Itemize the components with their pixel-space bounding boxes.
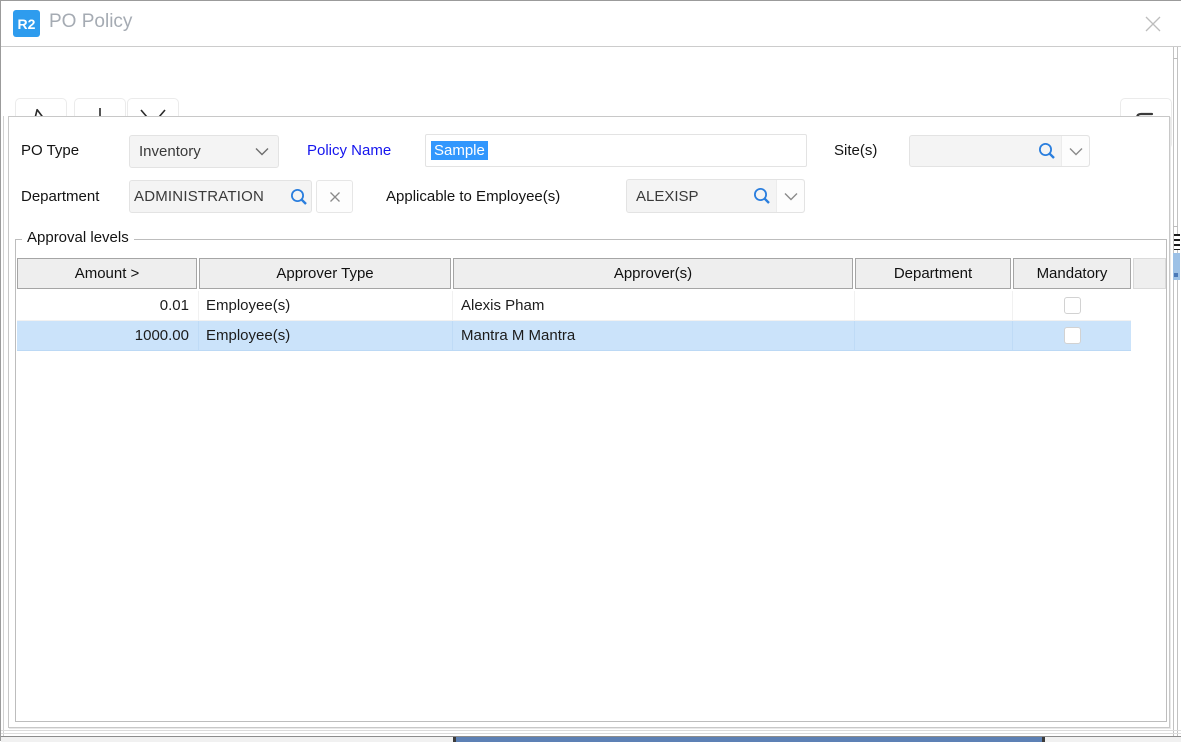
po-type-value: Inventory <box>130 143 255 160</box>
table-row[interactable]: 0.01 Employee(s) Alexis Pham <box>17 291 1131 321</box>
approvers-cell: Alexis Pham <box>453 291 855 320</box>
search-icon[interactable] <box>1037 141 1057 161</box>
mandatory-cell <box>1013 321 1131 350</box>
approval-levels-legend: Approval levels <box>22 229 134 246</box>
close-icon <box>1142 13 1164 35</box>
column-header-department[interactable]: Department <box>855 258 1011 289</box>
po-type-dropdown[interactable]: Inventory <box>129 135 279 168</box>
search-icon[interactable] <box>752 186 772 206</box>
right-edge-line <box>1173 47 1174 742</box>
right-edge-tick <box>1173 226 1178 227</box>
approvers-cell: Mantra M Mantra <box>453 321 855 350</box>
applicable-employees-lookup-field[interactable]: ALEXISP <box>626 179 805 213</box>
column-header-approvers[interactable]: Approver(s) <box>453 258 853 289</box>
mandatory-checkbox[interactable] <box>1064 297 1081 314</box>
department-lookup-field[interactable]: ADMINISTRATION <box>129 180 312 213</box>
policy-name-label: Policy Name <box>307 142 391 159</box>
table-row-selected[interactable]: 1000.00 Employee(s) Mantra M Mantra <box>17 321 1131 351</box>
search-icon[interactable] <box>289 187 309 207</box>
window-title: PO Policy <box>49 11 132 33</box>
mandatory-checkbox[interactable] <box>1064 327 1081 344</box>
horizontal-scrollbar-thumb[interactable] <box>453 737 1045 742</box>
left-edge-line <box>3 116 4 736</box>
bottom-divider-line <box>1 730 1181 731</box>
right-edge-strip <box>1172 47 1181 742</box>
department-value: ADMINISTRATION <box>130 188 289 205</box>
column-header-mandatory[interactable]: Mandatory <box>1013 258 1131 289</box>
window-close-button[interactable] <box>1138 9 1168 39</box>
amount-cell: 1000.00 <box>17 321 199 350</box>
title-bar: R2 PO Policy <box>1 1 1181 47</box>
column-header-approver-type[interactable]: Approver Type <box>199 258 451 289</box>
app-logo-icon: R2 <box>13 10 40 37</box>
scrollbar-thumb-dot <box>1174 273 1178 277</box>
policy-name-value: Sample <box>431 141 488 160</box>
amount-cell: 0.01 <box>17 291 199 320</box>
department-label: Department <box>21 188 99 205</box>
department-cell <box>855 321 1013 350</box>
bottom-divider-line <box>1 733 1181 734</box>
approver-type-cell: Employee(s) <box>199 291 453 320</box>
department-cell <box>855 291 1013 320</box>
chevron-down-icon[interactable] <box>1061 136 1089 166</box>
applicable-employees-value: ALEXISP <box>627 188 752 205</box>
right-edge-tick <box>1173 58 1178 59</box>
sites-lookup-field[interactable] <box>909 135 1090 167</box>
table-header-filler <box>1133 258 1166 289</box>
department-clear-button[interactable] <box>316 180 353 213</box>
mandatory-cell <box>1013 291 1131 320</box>
right-edge-line <box>1177 47 1178 742</box>
grip-marks-icon <box>1174 234 1180 250</box>
applicable-employees-label: Applicable to Employee(s) <box>386 188 560 205</box>
column-header-amount[interactable]: Amount > <box>17 258 197 289</box>
clear-x-icon <box>329 191 341 203</box>
toolbar <box>1 47 1181 114</box>
chevron-down-icon <box>255 147 269 156</box>
approver-type-cell: Employee(s) <box>199 321 453 350</box>
chevron-down-icon[interactable] <box>776 180 804 212</box>
table-header-row: Amount > Approver Type Approver(s) Depar… <box>17 258 1131 289</box>
sites-label: Site(s) <box>834 142 877 159</box>
po-type-label: PO Type <box>21 142 79 159</box>
policy-name-input[interactable]: Sample <box>425 134 807 167</box>
